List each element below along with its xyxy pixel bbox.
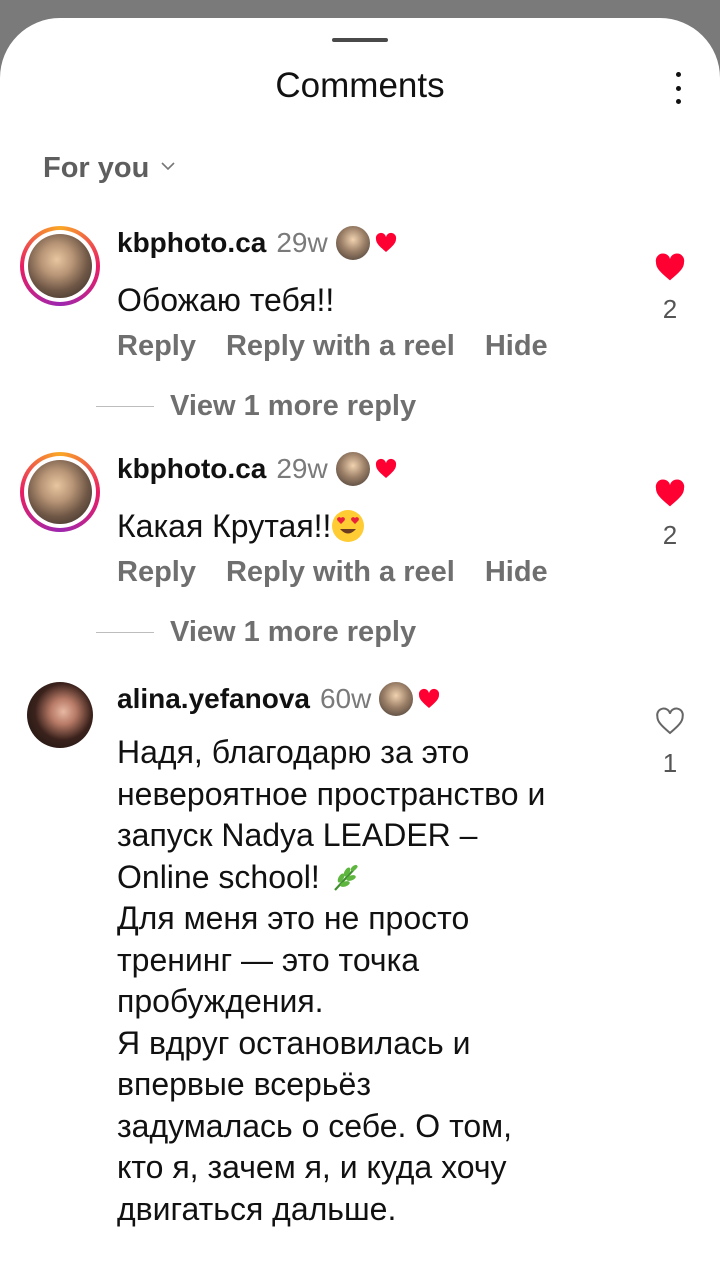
reply-button[interactable]: Reply — [117, 330, 196, 363]
author-avatar — [377, 680, 416, 718]
comment-line: Online school! — [117, 858, 320, 895]
view-more-label: View 1 more reply — [170, 616, 417, 648]
divider — [96, 406, 154, 407]
comment-line: запуск Nadya LEADER – — [117, 817, 478, 853]
filter-label: For you — [43, 152, 150, 184]
comment-line: впервые всерьёз — [117, 1066, 371, 1102]
comment-username[interactable]: kbphoto.ca — [117, 453, 266, 485]
heart-filled-icon — [375, 232, 396, 252]
like-count: 1 — [662, 748, 678, 778]
view-more-replies[interactable]: View 1 more reply — [96, 390, 416, 423]
comment-time: 29w — [276, 227, 328, 258]
hide-button[interactable]: Hide — [485, 330, 548, 363]
comment-username[interactable]: alina.yefanova — [117, 683, 310, 715]
comment-line: невероятное пространство и — [117, 775, 546, 812]
avatar[interactable] — [20, 226, 100, 306]
comment-line: Для меня это не просто — [117, 900, 470, 936]
sheet-title: Comments — [275, 66, 445, 105]
comment-time: 29w — [276, 453, 328, 484]
comment-line-wrap: Online school! — [117, 857, 637, 899]
drag-handle[interactable] — [332, 38, 388, 42]
avatar[interactable] — [20, 452, 100, 532]
comments-sheet: Comments For you kbphoto.ca 29w Обожаю т… — [0, 18, 720, 1272]
comment-time: 60w — [319, 683, 372, 714]
reply-with-reel-button[interactable]: Reply with a reel — [226, 330, 455, 363]
reply-with-reel-button[interactable]: Reply with a reel — [226, 556, 455, 589]
like-button[interactable]: 2 — [650, 478, 690, 551]
comment-line: двигаться дальше. — [117, 1190, 397, 1227]
comment-meta: kbphoto.ca 29w — [117, 224, 398, 262]
comment-meta: kbphoto.ca 29w — [117, 450, 398, 488]
reply-button[interactable]: Reply — [117, 556, 196, 589]
heart-filled-icon — [419, 688, 440, 708]
comment-text: Обожаю тебя!! — [117, 282, 335, 318]
divider — [96, 632, 154, 633]
comment-text: Какая Крутая!! — [117, 508, 332, 544]
comment-line: Надя, благодарю за это — [117, 734, 470, 770]
author-avatar — [333, 224, 372, 262]
filter-dropdown[interactable]: For you — [43, 152, 175, 185]
chevron-down-icon — [161, 161, 175, 170]
author-avatar — [333, 450, 372, 488]
view-more-label: View 1 more reply — [170, 390, 417, 422]
like-button[interactable]: 1 — [650, 706, 690, 779]
comment-actions: Reply Reply with a reel Hide — [117, 330, 578, 363]
like-count: 2 — [662, 294, 678, 324]
comment-text-wrap: Какая Крутая!! — [117, 506, 637, 548]
heart-filled-icon — [375, 458, 396, 478]
comment-meta: alina.yefanova 60w — [117, 680, 441, 718]
comment-line: задумалась о себе. О том, — [117, 1107, 513, 1144]
comment-actions: Reply Reply with a reel Hide — [117, 556, 578, 589]
hide-button[interactable]: Hide — [485, 556, 548, 589]
like-button[interactable]: 2 — [650, 252, 690, 325]
avatar[interactable] — [27, 682, 93, 748]
heart-eyes-emoji — [332, 510, 365, 542]
like-count: 2 — [662, 520, 678, 550]
comment-username[interactable]: kbphoto.ca — [117, 227, 266, 259]
more-vertical-icon[interactable] — [668, 70, 688, 106]
view-more-replies[interactable]: View 1 more reply — [96, 616, 416, 649]
heart-outline-icon — [656, 707, 684, 735]
comment-line: Я вдруг остановилась и — [117, 1024, 471, 1061]
heart-filled-icon — [655, 479, 685, 507]
comment-line: тренинг — это точка — [117, 941, 420, 978]
comment-line: пробуждения. — [117, 983, 324, 1019]
heart-filled-icon — [655, 253, 685, 281]
comment-line: кто я, зачем я, и куда хочу — [117, 1149, 507, 1185]
comment-text: Надя, благодарю за это невероятное прост… — [117, 732, 637, 1230]
herb-emoji — [333, 864, 358, 891]
